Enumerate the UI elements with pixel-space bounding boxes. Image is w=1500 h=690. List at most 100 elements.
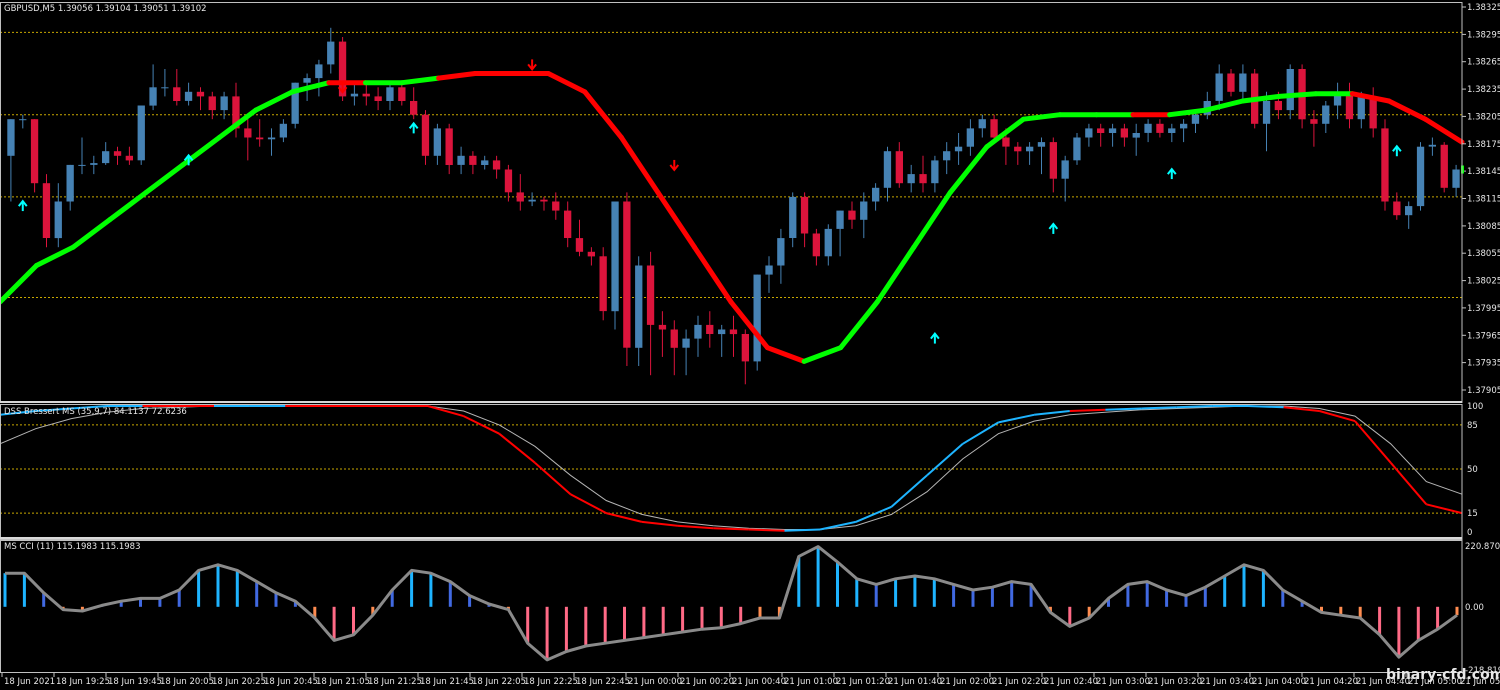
candle-body (516, 192, 524, 202)
candle-body (753, 274, 761, 362)
trend-segment (801, 345, 844, 364)
candle-body (374, 96, 382, 101)
candle-body (303, 78, 311, 83)
candle-body (433, 128, 441, 156)
cci-line (5, 545, 1458, 662)
trend-segment (545, 71, 588, 95)
candle-body (1085, 128, 1093, 138)
time-label: 21 Jun 01:20 (836, 677, 890, 687)
candle-body (1144, 123, 1152, 133)
main-pane[interactable]: GBPUSD,M5 1.39056 1.39104 1.39051 1.3910… (0, 3, 1500, 396)
price-label: 1.38145 (1467, 167, 1500, 177)
candle-body (1239, 73, 1247, 92)
candle-body (575, 238, 584, 252)
candle-body (824, 228, 832, 257)
price-label: 1.38085 (1467, 222, 1500, 232)
dss-main-segment (1069, 408, 1106, 412)
price-label: 1.37905 (1467, 386, 1500, 396)
candle-body (943, 151, 951, 161)
time-label: 18 Jun 21:45 (420, 677, 474, 687)
time-label: 18 Jun 21:25 (368, 677, 422, 687)
trend-segment (143, 162, 186, 195)
candle-body (800, 196, 809, 234)
dss-level-label: 50 (1467, 465, 1478, 475)
candle-body (1227, 73, 1235, 92)
candle-body (19, 119, 27, 121)
candle-body (315, 64, 323, 79)
candle-body (990, 119, 998, 138)
trend-segment (618, 135, 661, 195)
price-label: 1.37935 (1467, 359, 1500, 369)
dss-main-segment (534, 461, 572, 495)
candle-body (1405, 206, 1413, 216)
up-arrow-icon (1167, 167, 1177, 180)
dss-grid (0, 424, 1462, 514)
candle-body (1393, 201, 1401, 216)
candle-body (149, 87, 157, 106)
price-label: 1.38205 (1467, 112, 1500, 122)
candle-body (1322, 105, 1330, 124)
candle-body (1168, 128, 1176, 133)
time-label: 21 Jun 04:20 (1304, 677, 1358, 687)
time-label: 21 Jun 03:20 (1148, 677, 1202, 687)
dss-main-segment (713, 527, 749, 531)
time-label: 18 Jun 20:45 (264, 677, 318, 687)
dss-main-segment (677, 524, 714, 530)
price-label: 1.38175 (1467, 140, 1500, 150)
trend-segment (0, 263, 39, 305)
dss-level-label: 85 (1467, 421, 1478, 431)
price-label: 1.38325 (1467, 3, 1500, 13)
time-label: 18 Jun 20:05 (160, 677, 214, 687)
candle-body (812, 233, 820, 257)
candle-body (552, 201, 560, 211)
dss-main-segment (605, 512, 643, 523)
trend-segment (911, 189, 953, 250)
candle-body (386, 87, 394, 101)
cci-polyline (5, 545, 1458, 662)
candle-body (54, 201, 62, 239)
candle-body (765, 265, 773, 275)
trend-segment (582, 89, 624, 140)
candle-body (848, 210, 856, 220)
candle-body (694, 324, 702, 339)
dss-title: DSS Bressert MS (35,9,7) 84.1137 72.6236 (4, 407, 187, 417)
time-label: 21 Jun 00:00 (628, 677, 682, 687)
candle-body (741, 334, 749, 362)
dss-main-segment (498, 432, 536, 464)
dss-main-segment (427, 405, 464, 418)
price-label: 1.38295 (1467, 30, 1500, 40)
candle-body (208, 96, 216, 111)
candle-body (1452, 169, 1460, 188)
candle-body (635, 265, 643, 348)
trend-segment (728, 299, 770, 351)
time-label: 18 Jun 19:25 (56, 677, 110, 687)
pane-frame (0, 404, 1463, 540)
candle-body (978, 119, 986, 129)
candle-body (682, 338, 690, 348)
time-label: 18 Jun 19:45 (108, 677, 162, 687)
time-label: 21 Jun 03:00 (1096, 677, 1150, 687)
trading-chart[interactable]: GBPUSD,M5 1.39056 1.39104 1.39051 1.3910… (0, 0, 1500, 690)
candle-body (504, 169, 513, 193)
candle-body (1369, 96, 1377, 129)
trend-segment (436, 71, 478, 81)
trend-line (0, 71, 1465, 364)
cci-histogram (3, 546, 1459, 660)
dss-level-label: 15 (1467, 509, 1478, 519)
up-arrow-icon (408, 121, 419, 134)
candle-body (777, 238, 785, 266)
dss-level-label: 100 (1467, 402, 1483, 412)
candle-body (137, 105, 145, 161)
candle-body (78, 164, 86, 166)
candle-body (445, 128, 453, 165)
price-label: 1.38265 (1467, 58, 1500, 68)
trend-segment (765, 345, 807, 364)
cci-pane[interactable]: MS CCI (11) 115.1983 115.1983 220.8708 0… (3, 542, 1500, 676)
price-label: 1.38115 (1467, 195, 1500, 205)
trend-segment (34, 244, 76, 268)
candle-body (7, 119, 15, 156)
dss-pane[interactable]: DSS Bressert MS (35,9,7) 84.1137 72.6236… (0, 402, 1483, 538)
candle-body (196, 91, 205, 97)
time-label: 18 Jun 21:05 (316, 677, 370, 687)
candle-body (220, 96, 228, 111)
